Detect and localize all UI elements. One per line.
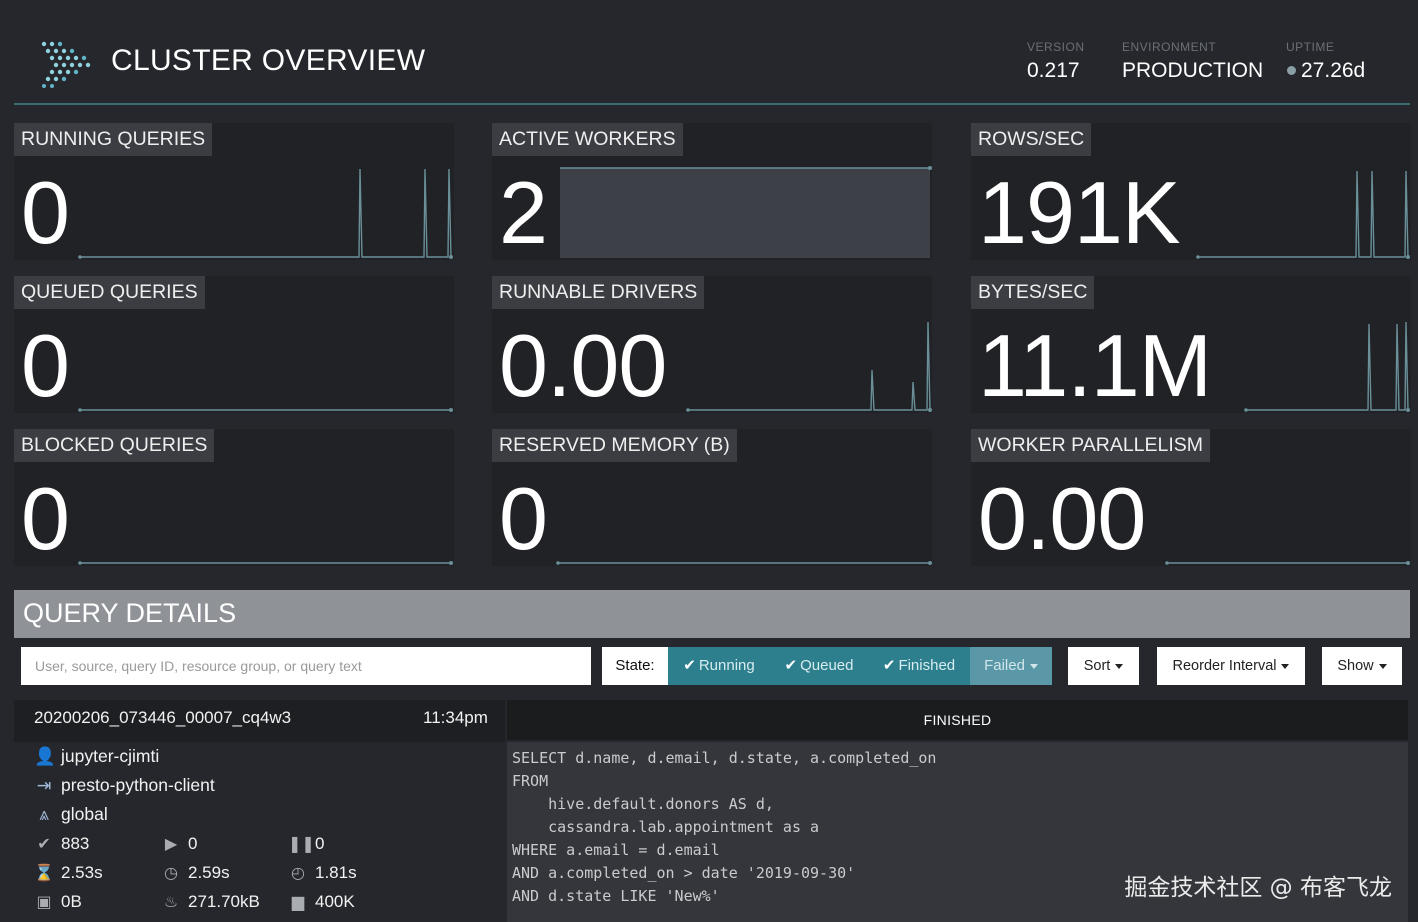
show-dropdown-button[interactable]: Show xyxy=(1322,647,1402,685)
environment-value: PRODUCTION xyxy=(1122,59,1264,82)
queued-splits: ❚❚0 xyxy=(288,834,325,853)
query-sql-text: SELECT d.name, d.email, d.state, a.compl… xyxy=(512,749,937,905)
road-icon: ⩓ xyxy=(39,804,49,824)
cpu-time: ◴ 1.81s xyxy=(288,863,357,883)
card-value: 191K xyxy=(978,163,1181,260)
hdd-icon: ▣ xyxy=(36,894,52,911)
running-splits: ▶ 0 xyxy=(161,834,198,854)
card-label: RESERVED MEMORY (B) xyxy=(492,429,737,462)
wall-time: ⌛ 2.53s xyxy=(34,863,103,882)
query-resource-group: ⩓ global xyxy=(34,804,108,825)
card-value: 11.1M xyxy=(978,316,1212,413)
state-filter-label: State: xyxy=(602,647,668,685)
card-label: BLOCKED QUERIES xyxy=(14,429,215,462)
state-queued-toggle[interactable]: ✔ Queued xyxy=(770,647,868,685)
chevron-down-icon xyxy=(1115,663,1124,669)
card-runnable-drivers: RUNNABLE DRIVERS 0.00 xyxy=(492,276,932,413)
query-user: 👤 jupyter-cjimti xyxy=(34,746,160,766)
card-blocked-queries: BLOCKED QUERIES 0 xyxy=(14,429,454,566)
uptime-value: 27.26d xyxy=(1301,59,1366,82)
completed-splits: ✔ 883 xyxy=(34,834,89,854)
version-label: VERSION xyxy=(1027,40,1085,54)
card-label: WORKER PARALLELISM xyxy=(971,429,1211,462)
sort-dropdown-button[interactable]: Sort xyxy=(1068,647,1139,685)
card-rows-per-sec: ROWS/SEC 191K xyxy=(971,123,1411,260)
card-label: BYTES/SEC xyxy=(971,276,1095,309)
fire-icon: ♨ xyxy=(163,894,179,911)
query-id-link[interactable]: 20200206_073446_00007_cq4w3 xyxy=(34,708,291,728)
query-search-input[interactable] xyxy=(21,647,591,685)
state-finished-toggle[interactable]: ✔ Finished xyxy=(868,647,970,685)
chevron-down-icon xyxy=(1378,663,1387,669)
check-icon: ✔ xyxy=(882,657,896,674)
watermark: 掘金技术社区 @ 布客飞龙 xyxy=(1124,875,1392,901)
input-bytes: ♨ 271.70kB xyxy=(161,892,260,912)
uptime-status-dot-icon xyxy=(1287,66,1296,75)
card-value: 0 xyxy=(21,469,70,566)
input-rows: ▆ 400K xyxy=(288,892,355,912)
reorder-interval-dropdown-button[interactable]: Reorder Interval xyxy=(1157,647,1305,685)
page-title: CLUSTER OVERVIEW xyxy=(111,44,426,77)
card-value: 0 xyxy=(21,316,70,413)
equalizer-icon: ▆ xyxy=(291,894,305,911)
card-reserved-memory: RESERVED MEMORY (B) 0 xyxy=(492,429,932,566)
check-icon: ✔ xyxy=(683,657,696,674)
card-running-queries: RUNNING QUERIES 0 xyxy=(14,123,454,260)
card-label: QUEUED QUERIES xyxy=(14,276,205,309)
card-queued-queries: QUEUED QUERIES 0 xyxy=(14,276,454,413)
check-icon: ✔ xyxy=(37,836,51,853)
dashboard-icon: ◴ xyxy=(291,865,305,882)
login-icon: ⇥ xyxy=(36,775,52,795)
play-icon: ▶ xyxy=(164,836,178,853)
chevron-down-icon xyxy=(1029,663,1038,669)
card-value: 0 xyxy=(499,469,548,566)
card-value: 2 xyxy=(499,163,548,260)
elapsed-time: ◷ 2.59s xyxy=(161,863,230,883)
query-source: ⇥ presto-python-client xyxy=(34,775,215,796)
presto-logo-icon xyxy=(41,41,91,88)
check-icon: ✔ xyxy=(784,657,798,674)
card-worker-parallelism: WORKER PARALLELISM 0.00 xyxy=(971,429,1411,566)
pause-icon: ❚❚ xyxy=(288,836,315,853)
state-running-toggle[interactable]: ✔ Running xyxy=(668,647,770,685)
query-details-title: QUERY DETAILS xyxy=(23,598,237,628)
hourglass-icon: ⌛ xyxy=(34,865,54,882)
card-value: 0 xyxy=(21,163,70,260)
query-time: 11:34pm xyxy=(423,708,488,727)
card-bytes-per-sec: BYTES/SEC 11.1M xyxy=(971,276,1411,413)
query-status-badge: FINISHED xyxy=(507,700,1408,740)
state-failed-dropdown[interactable]: Failed xyxy=(970,647,1052,685)
card-value: 0.00 xyxy=(499,316,667,413)
card-label: RUNNING QUERIES xyxy=(14,123,213,156)
card-label: ACTIVE WORKERS xyxy=(492,123,683,156)
card-label: RUNNABLE DRIVERS xyxy=(492,276,705,309)
user-icon: 👤 xyxy=(34,746,56,766)
version-value: 0.217 xyxy=(1027,59,1080,82)
card-value: 0.00 xyxy=(978,469,1146,566)
uptime-label: UPTIME xyxy=(1286,40,1335,54)
card-active-workers: ACTIVE WORKERS 2 xyxy=(492,123,932,260)
environment-label: ENVIRONMENT xyxy=(1122,40,1217,54)
card-label: ROWS/SEC xyxy=(971,123,1092,156)
clock-icon: ◷ xyxy=(164,865,178,882)
header-divider xyxy=(14,103,1410,105)
chevron-down-icon xyxy=(1281,663,1290,669)
memory-usage: ▣ 0B xyxy=(34,892,81,912)
